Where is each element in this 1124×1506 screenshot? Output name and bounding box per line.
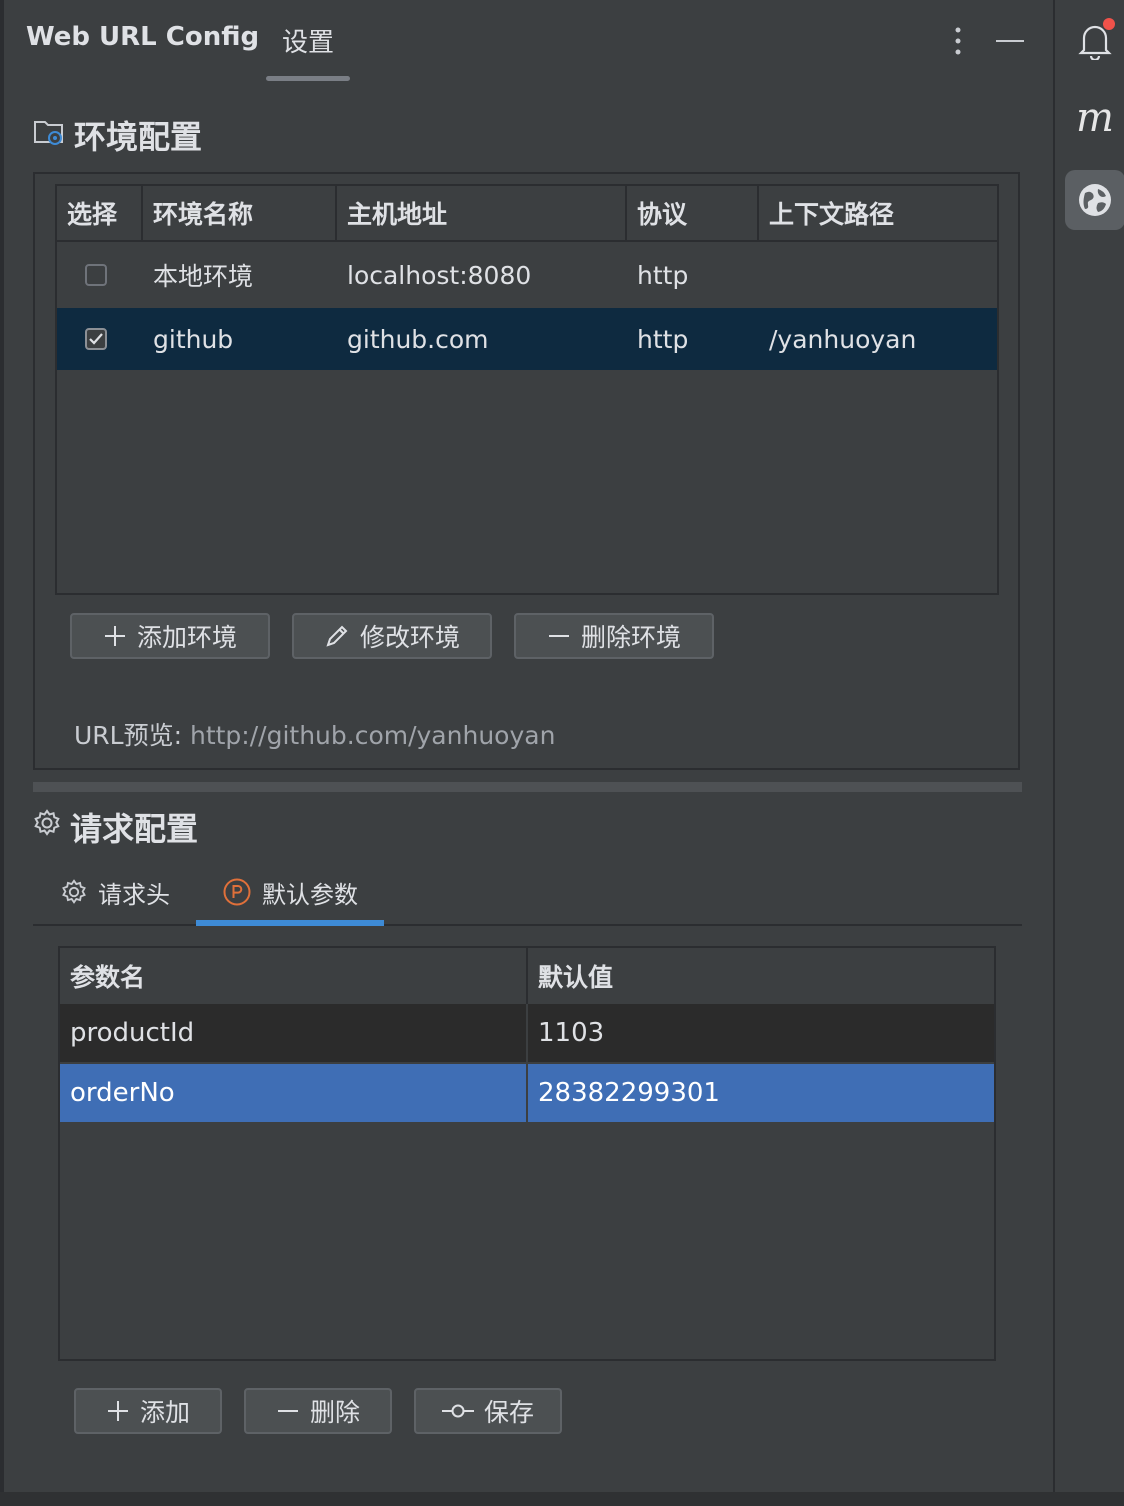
delete-param-label: 删除 xyxy=(309,1398,360,1427)
env-row-protocol: http xyxy=(637,324,689,354)
commit-icon xyxy=(441,1404,474,1418)
add-param-label: 添加 xyxy=(139,1398,190,1427)
globe-icon xyxy=(1079,184,1111,216)
check-icon xyxy=(89,333,103,345)
delete-env-button[interactable]: 删除环境 xyxy=(514,613,714,659)
env-section-title: 环境配置 xyxy=(74,118,203,156)
col-env-name[interactable]: 环境名称 xyxy=(143,186,337,240)
left-border xyxy=(0,0,4,1506)
minus-icon xyxy=(548,635,569,637)
section-splitter[interactable] xyxy=(33,782,1022,792)
more-options-icon[interactable] xyxy=(944,24,972,58)
env-row-context xyxy=(759,244,997,306)
env-row-selected[interactable]: github github.com http /yanhuoyan xyxy=(57,308,997,370)
url-preview: URL预览: http://github.com/yanhuoyan xyxy=(74,716,555,752)
maven-button[interactable]: m xyxy=(1065,88,1124,148)
save-label: 保存 xyxy=(483,1398,534,1427)
env-table-header: 选择 环境名称 主机地址 协议 上下文路径 xyxy=(57,186,997,242)
env-row-context: /yanhuoyan xyxy=(769,324,917,354)
env-row-checkbox-checked[interactable] xyxy=(85,328,107,350)
env-row-name: 本地环境 xyxy=(153,262,254,291)
bottom-border xyxy=(0,1492,1124,1506)
minimize-icon[interactable] xyxy=(996,24,1024,58)
edit-env-label: 修改环境 xyxy=(359,623,460,652)
window-title: Web URL Config xyxy=(26,22,260,52)
add-param-button[interactable]: 添加 xyxy=(74,1388,222,1434)
active-tab-underline xyxy=(196,920,384,926)
param-name[interactable]: productId xyxy=(60,1004,528,1062)
col-select[interactable]: 选择 xyxy=(57,186,143,240)
gear-icon xyxy=(62,879,86,904)
tab-default-params[interactable]: 默认参数 xyxy=(222,872,358,912)
request-section-header: 请求配置 xyxy=(32,804,198,850)
env-table: 选择 环境名称 主机地址 协议 上下文路径 本地环境 localhost:808… xyxy=(55,184,999,595)
delete-param-button[interactable]: 删除 xyxy=(244,1388,392,1434)
param-row[interactable]: productId 1103 xyxy=(60,1004,994,1064)
plus-icon xyxy=(107,1401,128,1421)
web-url-config-button[interactable] xyxy=(1065,170,1124,230)
col-param-name[interactable]: 参数名 xyxy=(60,948,528,1004)
col-context[interactable]: 上下文路径 xyxy=(759,186,997,240)
plus-icon xyxy=(104,626,125,646)
tab-settings[interactable]: 设置 xyxy=(266,22,350,59)
notifications-button[interactable] xyxy=(1065,10,1124,70)
env-section-header: 环境配置 xyxy=(32,112,202,158)
edit-env-button[interactable]: 修改环境 xyxy=(292,613,492,659)
minus-icon xyxy=(277,1410,298,1412)
param-row-selected[interactable]: orderNo 28382299301 xyxy=(60,1064,994,1122)
env-row-checkbox[interactable] xyxy=(85,264,107,286)
add-env-label: 添加环境 xyxy=(136,623,237,652)
pencil-icon xyxy=(326,625,348,647)
param-name[interactable]: orderNo xyxy=(60,1064,528,1122)
param-table-header: 参数名 默认值 xyxy=(60,948,994,1006)
delete-env-label: 删除环境 xyxy=(580,623,681,652)
notification-badge xyxy=(1103,18,1115,30)
tab-request-headers-label: 请求头 xyxy=(98,880,170,909)
tab-settings-underline xyxy=(266,76,350,81)
param-value[interactable]: 1103 xyxy=(528,1004,994,1062)
request-section-title: 请求配置 xyxy=(70,810,199,848)
save-button[interactable]: 保存 xyxy=(414,1388,562,1434)
col-host[interactable]: 主机地址 xyxy=(337,186,627,240)
gear-icon xyxy=(32,808,62,846)
col-protocol[interactable]: 协议 xyxy=(627,186,759,240)
env-row[interactable]: 本地环境 localhost:8080 http xyxy=(57,244,997,306)
subtabs-divider xyxy=(33,924,1022,926)
env-row-name: github xyxy=(153,324,234,354)
env-row-host: localhost:8080 xyxy=(347,260,532,290)
tab-request-headers[interactable]: 请求头 xyxy=(60,872,170,912)
maven-m-icon: m xyxy=(1076,95,1114,141)
param-value[interactable]: 28382299301 xyxy=(528,1064,994,1122)
env-row-host: github.com xyxy=(347,324,489,354)
folder-settings-icon xyxy=(32,114,66,156)
url-preview-value: http://github.com/yanhuoyan xyxy=(189,721,556,750)
add-env-button[interactable]: 添加环境 xyxy=(70,613,270,659)
parameter-icon xyxy=(223,878,251,906)
url-preview-label: URL预览: xyxy=(74,721,183,750)
env-row-protocol: http xyxy=(637,260,689,290)
tab-default-params-label: 默认参数 xyxy=(262,880,358,909)
right-tool-strip: m xyxy=(1053,0,1124,1506)
param-table: 参数名 默认值 productId 1103 orderNo 283822993… xyxy=(58,946,996,1361)
col-default-value[interactable]: 默认值 xyxy=(528,948,994,1004)
